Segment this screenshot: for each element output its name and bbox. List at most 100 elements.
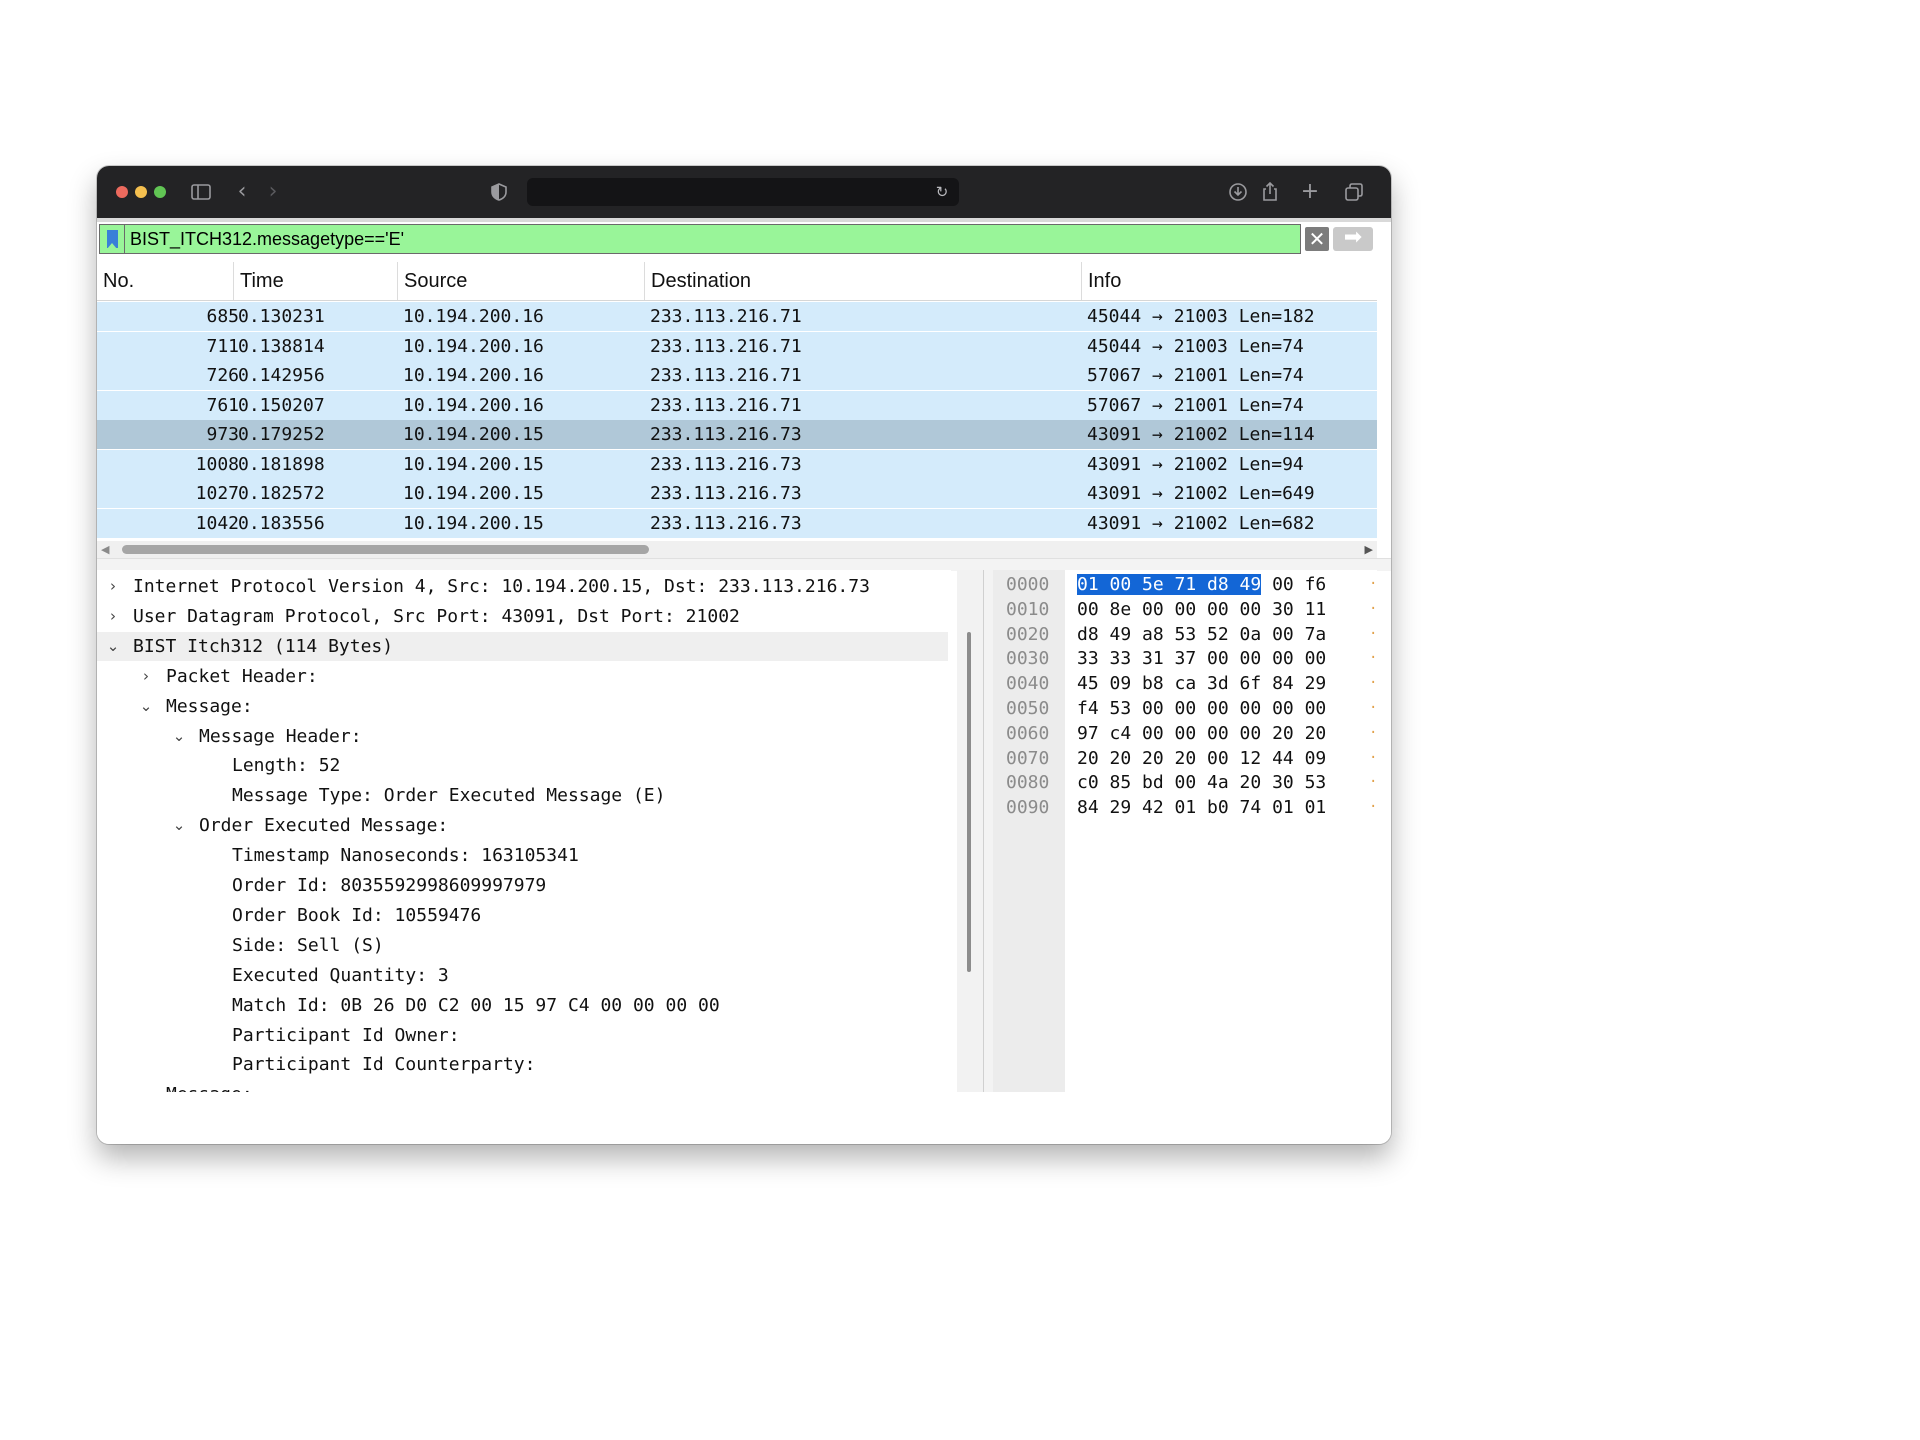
chevron-down-icon[interactable]: ⌄ [138, 692, 154, 721]
window-bottom [97, 1092, 1391, 1144]
tree-item-label: Order Book Id: 10559476 [232, 904, 482, 926]
column-header-no[interactable]: No. [97, 262, 234, 300]
packet-info: 43091 → 21002 Len=114 [1087, 424, 1315, 445]
packet-row[interactable]: 973 0.179252 10.194.200.15 233.113.216.73 43… [97, 420, 1377, 449]
packet-time: 0.130231 [238, 306, 325, 327]
share-icon[interactable] [1258, 180, 1282, 204]
chevron-right-icon[interactable]: › [138, 662, 154, 691]
chevron-down-icon[interactable]: ⌄ [171, 722, 187, 751]
packet-row[interactable]: 1027 0.182572 10.194.200.15 233.113.216.73 4… [97, 479, 1377, 508]
hex-row[interactable]: 0010 00 8e 00 00 00 00 30 11 · [993, 597, 1377, 622]
chevron-down-icon[interactable]: ⌄ [138, 1080, 154, 1092]
packet-destination: 233.113.216.73 [650, 512, 802, 534]
shield-icon[interactable] [487, 180, 511, 204]
tree-item[interactable]: › Internet Protocol Version 4, Src: 10.19… [97, 572, 951, 601]
hex-offset: 0050 [1006, 698, 1050, 719]
packet-list-header: No. Time Source Destination Info [97, 262, 1377, 301]
packet-source: 10.194.200.15 [403, 453, 544, 475]
reload-icon[interactable]: ↻ [931, 180, 953, 204]
zoom-window-button[interactable] [154, 186, 166, 198]
hex-bytes: 01 00 5e 71 d8 49 00 f6 [1077, 572, 1326, 597]
hex-bytes: 45 09 b8 ca 3d 6f 84 29 [1077, 671, 1326, 696]
minimize-window-button[interactable] [135, 186, 147, 198]
chevron-down-icon[interactable]: ⌄ [171, 811, 187, 840]
packet-source: 10.194.200.16 [403, 335, 544, 357]
tree-item[interactable]: ⌄ Order Executed Message: [97, 811, 951, 840]
column-header-source[interactable]: Source [398, 262, 645, 300]
details-vertical-scrollbar[interactable] [957, 570, 983, 1092]
hex-bytes: 33 33 31 37 00 00 00 00 [1077, 646, 1326, 671]
scrollbar-thumb[interactable] [967, 632, 971, 972]
hex-offset: 0090 [1006, 797, 1050, 819]
column-header-info[interactable]: Info [1082, 262, 1377, 300]
tree-item[interactable]: › User Datagram Protocol, Src Port: 43091… [97, 602, 951, 631]
tree-item[interactable]: Length: 52 [97, 751, 951, 780]
chevron-right-icon[interactable]: › [105, 572, 121, 601]
packet-destination: 233.113.216.73 [650, 424, 802, 445]
sidebar-icon[interactable] [189, 180, 213, 204]
scroll-left-icon[interactable]: ◀ [101, 541, 109, 558]
scroll-right-icon[interactable]: ▶ [1365, 541, 1373, 558]
packet-destination: 233.113.216.73 [650, 453, 802, 475]
packet-row[interactable]: 1042 0.183556 10.194.200.15 233.113.216.73 4… [97, 508, 1377, 538]
hex-row[interactable]: 0080 c0 85 bd 00 4a 20 30 53 · [993, 770, 1377, 795]
column-header-time[interactable]: Time [234, 262, 398, 300]
packet-row[interactable]: 711 0.138814 10.194.200.16 233.113.216.71 45… [97, 331, 1377, 361]
packet-destination: 233.113.216.71 [650, 335, 802, 357]
tree-item[interactable]: Match Id: 0B 26 D0 C2 00 15 97 C4 00 00 … [97, 991, 951, 1020]
hex-row[interactable]: 0070 20 20 20 20 00 12 44 09 · [993, 746, 1377, 771]
tree-item[interactable]: Order Id: 8035592998609997979 [97, 871, 951, 900]
column-header-destination[interactable]: Destination [645, 262, 1082, 300]
hex-bytes-rest: 00 f6 [1261, 574, 1327, 595]
hex-row[interactable]: 0060 97 c4 00 00 00 00 20 20 · [993, 721, 1377, 746]
filter-bookmark-button[interactable] [99, 224, 125, 254]
packet-time: 0.183556 [238, 512, 325, 534]
filter-apply-button[interactable]: ➡ [1333, 227, 1373, 251]
packet-row[interactable]: 726 0.142956 10.194.200.16 233.113.216.71 57… [97, 361, 1377, 390]
back-icon[interactable]: ‹ [230, 180, 254, 204]
display-filter-input[interactable]: BIST_ITCH312.messagetype=='E' [125, 224, 1301, 254]
tree-item[interactable]: ⌄ BIST Itch312 (114 Bytes) [97, 631, 948, 661]
chevron-right-icon[interactable]: › [105, 602, 121, 631]
forward-icon[interactable]: › [261, 180, 285, 204]
filter-clear-button[interactable]: ✕ [1305, 227, 1329, 251]
packet-row[interactable]: 761 0.150207 10.194.200.16 233.113.216.71 57… [97, 390, 1377, 420]
tree-item[interactable]: ⌄ Message Header: [97, 722, 951, 751]
download-icon[interactable] [1226, 180, 1250, 204]
tree-item[interactable]: Participant Id Owner: [97, 1021, 951, 1050]
tree-item[interactable]: Side: Sell (S) [97, 931, 951, 960]
tree-item[interactable]: ⌄ Message: [97, 692, 951, 721]
tree-item[interactable]: › Packet Header: [97, 662, 951, 691]
hex-bytes-rest: 00 8e 00 00 00 00 30 11 [1077, 598, 1327, 620]
tree-item-label: Length: 52 [232, 755, 341, 777]
chevron-down-icon[interactable]: ⌄ [105, 632, 121, 661]
address-bar[interactable]: ↻ [527, 178, 959, 206]
tree-item[interactable]: Participant Id Counterparty: [97, 1050, 951, 1079]
close-window-button[interactable] [116, 186, 128, 198]
hex-row[interactable]: 0090 84 29 42 01 b0 74 01 01 · [993, 795, 1377, 820]
hex-row[interactable]: 0030 33 33 31 37 00 00 00 00 · [993, 646, 1377, 671]
tabs-icon[interactable] [1342, 180, 1366, 204]
hex-row[interactable]: 0040 45 09 b8 ca 3d 6f 84 29 · [993, 671, 1377, 696]
packet-source: 10.194.200.16 [403, 394, 544, 416]
tree-item[interactable]: ⌄ Message: [97, 1080, 951, 1092]
tree-item[interactable]: Message Type: Order Executed Message (E) [97, 781, 951, 810]
tree-item[interactable]: Order Book Id: 10559476 [97, 901, 951, 930]
packet-list-horizontal-scrollbar[interactable]: ◀ ▶ [97, 541, 1377, 558]
hex-selected-bytes[interactable]: 01 00 5e 71 d8 49 [1077, 574, 1262, 595]
hex-row[interactable]: 0000 01 00 5e 71 d8 49 00 f6 · [993, 572, 1377, 597]
tree-item[interactable]: Executed Quantity: 3 [97, 961, 951, 990]
packet-row[interactable]: 685 0.130231 10.194.200.16 233.113.216.71 45… [97, 302, 1377, 331]
toolbar-separator [97, 218, 1391, 222]
packet-row[interactable]: 1008 0.181898 10.194.200.15 233.113.216.73 4… [97, 449, 1377, 479]
hex-row[interactable]: 0050 f4 53 00 00 00 00 00 00 · [993, 696, 1377, 721]
ascii-overflow-marker: · [1369, 650, 1378, 667]
packet-time: 0.182572 [238, 483, 325, 504]
new-tab-icon[interactable]: + [1298, 180, 1322, 204]
tree-item-label: Message: [166, 1080, 253, 1092]
packet-time: 0.142956 [238, 365, 325, 386]
browser-window: ‹ › ↻ + BIST_ITCH312.messagetype=='E' ✕ … [97, 166, 1391, 1144]
tree-item[interactable]: Timestamp Nanoseconds: 163105341 [97, 841, 951, 870]
scrollbar-thumb[interactable] [122, 545, 649, 554]
hex-row[interactable]: 0020 d8 49 a8 53 52 0a 00 7a · [993, 622, 1377, 647]
